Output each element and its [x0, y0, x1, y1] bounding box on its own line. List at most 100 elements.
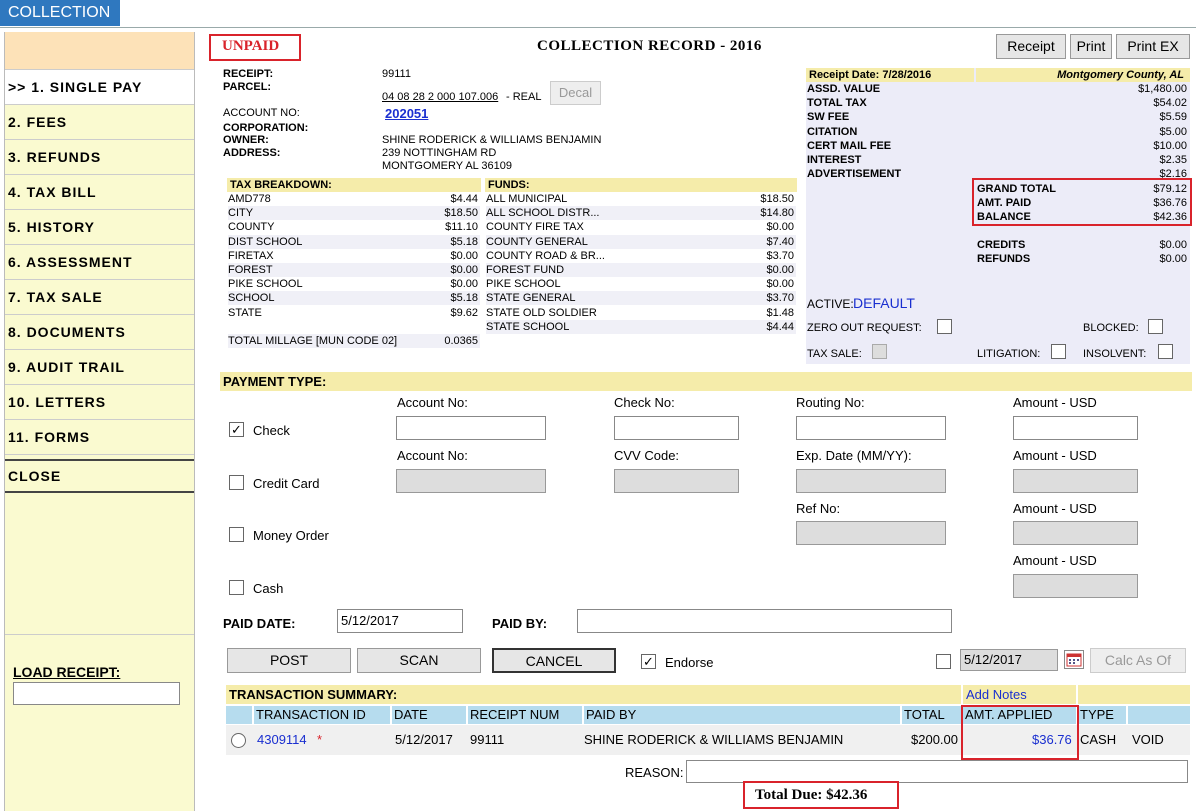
card-account-label: Account No: — [397, 448, 468, 463]
check-checkbox[interactable]: ✓ — [229, 422, 244, 437]
reason-input[interactable] — [686, 760, 1188, 783]
summary-amount: $2.35 — [1159, 154, 1187, 166]
scan-button[interactable]: SCAN — [357, 648, 481, 673]
summary-row: CITATION $5.00 — [807, 125, 1189, 139]
calc-as-of-button[interactable]: Calc As Of — [1090, 648, 1186, 673]
fund-row: ALL MUNICIPAL $18.50 — [486, 192, 796, 206]
endorse-checkbox[interactable]: ✓ — [641, 654, 656, 669]
transaction-id-link[interactable]: 4309114 — [257, 732, 307, 747]
cash-amount-input[interactable] — [1013, 574, 1138, 598]
fund-row: STATE GENERAL $3.70 — [486, 291, 796, 306]
fund-row: ALL SCHOOL DISTR... $14.80 — [486, 206, 796, 221]
parcel-link[interactable]: 04 08 28 2 000 107.006 — [382, 91, 498, 103]
tax-breakdown-header: TAX BREAKDOWN: — [227, 178, 481, 192]
endorse-label: Endorse — [665, 655, 714, 670]
close-button[interactable]: CLOSE — [5, 459, 194, 493]
tax-amount: $18.50 — [444, 207, 478, 220]
exp-date-input[interactable] — [796, 469, 946, 493]
summary-amount: $54.02 — [1153, 97, 1187, 110]
sidebar-item-1[interactable]: >> 1. SINGLE PAY — [5, 70, 194, 105]
blocked-checkbox[interactable] — [1148, 319, 1163, 334]
transaction-paid-by: SHINE RODERICK & WILLIAMS BENJAMIN — [584, 732, 844, 747]
routing-no-input[interactable] — [796, 416, 946, 440]
sidebar-item-3[interactable]: 3. REFUNDS — [5, 140, 194, 175]
money-order-label: Money Order — [253, 528, 329, 543]
sidebar-item-10[interactable]: 10. LETTERS — [5, 385, 194, 420]
credit-label: CREDITS — [977, 239, 1026, 251]
address-line-1: 239 NOTTINGHAM RD — [382, 147, 497, 159]
calendar-icon[interactable] — [1064, 650, 1084, 669]
cvv-input[interactable] — [614, 469, 739, 493]
fund-amount: $14.80 — [760, 207, 794, 220]
print-button[interactable]: Print — [1070, 34, 1112, 59]
sidebar-item-2[interactable]: 2. FEES — [5, 105, 194, 140]
sidebar-item-7[interactable]: 7. TAX SALE — [5, 280, 194, 315]
tax-amount: $4.44 — [450, 193, 478, 205]
money-order-checkbox[interactable] — [229, 527, 244, 542]
routing-no-label: Routing No: — [796, 395, 865, 410]
tax-name: CITY — [228, 207, 254, 220]
calc-date-input[interactable]: 5/12/2017 — [960, 649, 1058, 671]
paid-by-input[interactable] — [577, 609, 952, 633]
account-link[interactable]: 202051 — [385, 106, 428, 121]
decal-button[interactable]: Decal — [550, 81, 601, 105]
sidebar-item-6[interactable]: 6. ASSESSMENT — [5, 245, 194, 280]
add-notes-link[interactable]: Add Notes — [966, 687, 1027, 702]
insolvent-checkbox[interactable] — [1158, 344, 1173, 359]
ref-no-input[interactable] — [796, 521, 946, 545]
cash-checkbox[interactable] — [229, 580, 244, 595]
credit-card-checkbox[interactable] — [229, 475, 244, 490]
tax-row: FIRETAX $0.00 — [228, 248, 480, 263]
card-amount-input[interactable] — [1013, 469, 1138, 493]
credit-row: REFUNDS $0.00 — [977, 252, 1189, 266]
row-radio[interactable] — [231, 733, 246, 748]
tax-amount: $11.10 — [445, 221, 478, 234]
required-star: * — [317, 732, 323, 747]
zero-out-checkbox[interactable] — [937, 319, 952, 334]
money-order-amount-input[interactable] — [1013, 521, 1138, 545]
fund-row: COUNTY ROAD & BR... $3.70 — [486, 248, 796, 263]
summary-label: INTEREST — [807, 154, 862, 166]
check-no-input[interactable] — [614, 416, 739, 440]
fund-name: STATE SCHOOL — [486, 320, 570, 333]
tax-name: FOREST — [228, 264, 273, 276]
fund-amount: $7.40 — [766, 235, 794, 248]
owner-label: OWNER: — [223, 134, 269, 146]
column-header: TOTAL — [902, 706, 961, 724]
tax-sale-checkbox[interactable] — [872, 344, 887, 359]
transaction-date: 5/12/2017 — [395, 732, 453, 747]
calc-checkbox[interactable] — [936, 654, 951, 669]
check-amount-input[interactable] — [1013, 416, 1138, 440]
collection-tab[interactable]: COLLECTION — [0, 0, 120, 26]
cancel-button[interactable]: CANCEL — [492, 648, 616, 673]
credit-amount: $0.00 — [1159, 239, 1187, 251]
sidebar-item-4[interactable]: 4. TAX BILL — [5, 175, 194, 210]
sidebar-item-8[interactable]: 8. DOCUMENTS — [5, 315, 194, 350]
zero-out-label: ZERO OUT REQUEST: — [807, 322, 922, 334]
litigation-checkbox[interactable] — [1051, 344, 1066, 359]
fund-name: FOREST FUND — [486, 264, 565, 276]
sidebar-item-11[interactable]: 11. FORMS — [5, 420, 194, 455]
check-account-input[interactable] — [396, 416, 546, 440]
receipt-button[interactable]: Receipt — [996, 34, 1066, 59]
print-ex-button[interactable]: Print EX — [1116, 34, 1190, 59]
tax-name: AMD778 — [228, 193, 271, 205]
tax-amount: $5.18 — [450, 235, 478, 248]
tax-row: DIST SCHOOL $5.18 — [228, 234, 480, 249]
divider — [5, 634, 194, 635]
load-receipt-input[interactable] — [13, 682, 180, 705]
void-link[interactable]: VOID — [1132, 732, 1164, 747]
column-header: TYPE — [1078, 706, 1126, 724]
sidebar-item-5[interactable]: 5. HISTORY — [5, 210, 194, 245]
post-button[interactable]: POST — [227, 648, 351, 673]
tax-amount: $9.62 — [450, 306, 478, 319]
paid-date-input[interactable]: 5/12/2017 — [337, 609, 463, 633]
millage-label: TOTAL MILLAGE [MUN CODE 02] — [228, 335, 398, 347]
active-default-link[interactable]: DEFAULT — [853, 295, 915, 311]
summary-amount: $5.00 — [1159, 125, 1187, 138]
account-label: ACCOUNT NO: — [223, 107, 300, 119]
sidebar-item-9[interactable]: 9. AUDIT TRAIL — [5, 350, 194, 385]
transaction-type: CASH — [1080, 732, 1117, 747]
card-account-input[interactable] — [396, 469, 546, 493]
tax-row: FOREST $0.00 — [228, 263, 480, 277]
